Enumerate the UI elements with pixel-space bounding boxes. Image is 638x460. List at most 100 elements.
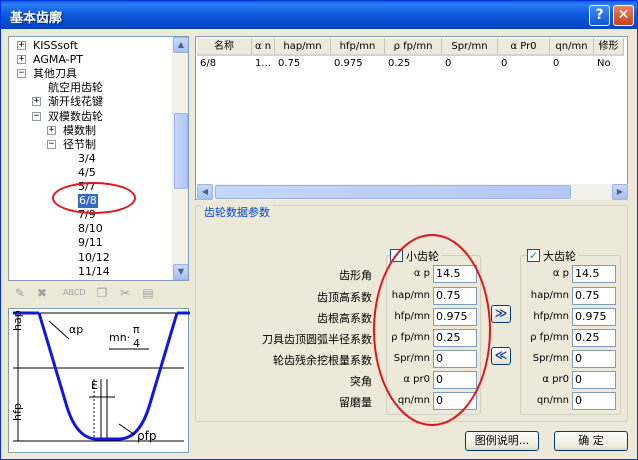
collapse-icon[interactable]: − bbox=[32, 111, 41, 121]
table-cell: 0.975 bbox=[334, 58, 363, 69]
table-cell: 0 bbox=[553, 58, 560, 69]
dialog-window: 基本齿廓 ? ✕ + KISSsoft + AGMA-PT − 其他刀具 航空用齿轮 + 渐开线… bbox=[0, 0, 638, 460]
pi-label: π bbox=[133, 323, 140, 336]
tree-item-label: 模数制 bbox=[63, 123, 96, 137]
collapse-icon[interactable]: − bbox=[47, 139, 56, 149]
abcd-icon[interactable]: ABCD bbox=[63, 286, 86, 300]
profile-tree[interactable]: + KISSsoft + AGMA-PT − 其他刀具 航空用齿轮 + 渐开线花键 − 双模数齿轮 +… bbox=[8, 36, 189, 281]
table-cell: 0 bbox=[501, 58, 508, 69]
copy-icon[interactable]: ❐ bbox=[94, 286, 110, 300]
copy-to-large-button[interactable]: ≫ bbox=[491, 305, 511, 323]
tree-item-label: 11/14 bbox=[78, 264, 110, 278]
rho-label: ρfp bbox=[137, 429, 157, 443]
copy-to-small-button[interactable]: ≪ bbox=[491, 347, 511, 365]
table-row[interactable]: 6/8 1... 0.75 0.975 0.25 0 0 0 No bbox=[197, 56, 617, 72]
four-label: 4 bbox=[133, 337, 140, 350]
large-gear-input[interactable]: 14.5 bbox=[572, 265, 616, 283]
large-gear-symbol: hap/mn bbox=[530, 290, 569, 301]
column-header[interactable]: α Pr0 bbox=[498, 38, 550, 56]
table-cell: 6/8 bbox=[200, 58, 217, 69]
table-cell: 0.75 bbox=[278, 58, 301, 69]
hscroll-thumb[interactable] bbox=[215, 185, 571, 199]
expand-icon[interactable]: + bbox=[32, 97, 41, 107]
large-gear-input[interactable]: 0 bbox=[572, 392, 616, 410]
expand-icon[interactable]: + bbox=[17, 55, 26, 65]
tree-item-label: 径节制 bbox=[63, 137, 96, 151]
help-button[interactable]: ? bbox=[589, 5, 610, 26]
scroll-left-button[interactable]: ◀ bbox=[197, 184, 213, 200]
column-header[interactable]: 名称 bbox=[197, 38, 252, 56]
annotation-ellipse-tree bbox=[52, 182, 136, 214]
large-gear-input[interactable]: 0.75 bbox=[572, 287, 616, 305]
tree-item-label: 3/4 bbox=[78, 151, 96, 165]
large-gear-input[interactable]: 0.25 bbox=[572, 329, 616, 347]
tree-item-label: 双模数齿轮 bbox=[48, 109, 103, 123]
param-label: 齿顶高系数 bbox=[317, 291, 372, 304]
e-label: E bbox=[91, 379, 98, 392]
column-header[interactable]: hfp/mn bbox=[331, 38, 385, 56]
scroll-up-button[interactable]: ▲ bbox=[173, 37, 188, 53]
paste-icon[interactable]: ▤ bbox=[140, 286, 156, 300]
gear-params-title: 齿轮数据参数 bbox=[201, 204, 273, 220]
tree-item-label: 9/11 bbox=[78, 236, 103, 250]
large-gear-symbol: Spr/mn bbox=[532, 353, 569, 364]
large-gear-checkbox[interactable]: ✓ bbox=[527, 249, 540, 262]
annotation-ellipse-params bbox=[373, 234, 491, 426]
param-label: 突角 bbox=[350, 375, 372, 388]
large-gear-symbol: α pr0 bbox=[542, 374, 569, 385]
tree-item-label: 渐开线花键 bbox=[48, 95, 103, 109]
table-cell: 0.25 bbox=[388, 58, 411, 69]
column-header[interactable]: qn/mn bbox=[550, 38, 594, 56]
table-cell: 0 bbox=[445, 58, 452, 69]
profile-table[interactable]: 名称 α n hap/mn hfp/mn ρ fp/mn Spr/mn α Pr0 qn/mn… bbox=[195, 36, 628, 200]
title-bar: 基本齿廓 ? ✕ bbox=[1, 1, 637, 29]
tree-item-label: 其他刀具 bbox=[33, 67, 77, 81]
tree-item-label: 10/12 bbox=[78, 250, 110, 264]
delete-icon[interactable]: ✖ bbox=[34, 286, 50, 300]
table-horizontal-scrollbar[interactable]: ◀ ▶ bbox=[197, 184, 628, 200]
hap-label: hap bbox=[11, 310, 24, 331]
scroll-thumb[interactable] bbox=[174, 113, 188, 189]
expand-icon[interactable]: + bbox=[17, 41, 26, 50]
param-label: 轮齿残余挖根量系数 bbox=[273, 354, 372, 367]
tree-vertical-scrollbar[interactable]: ▲ ▼ bbox=[172, 37, 188, 280]
table-cell: 1... bbox=[255, 58, 271, 69]
scroll-right-button[interactable]: ▶ bbox=[612, 184, 628, 200]
column-header[interactable]: Spr/mn bbox=[442, 38, 498, 56]
tree-item-label: AGMA-PT bbox=[33, 53, 83, 67]
cut-icon[interactable]: ✂ bbox=[117, 286, 133, 300]
scroll-down-button[interactable]: ▼ bbox=[173, 264, 188, 280]
column-header[interactable]: α n bbox=[252, 38, 275, 56]
tree-item-label: KISSsoft bbox=[33, 39, 78, 52]
basic-rack-diagram: hap hfp αp mn· π 4 E ρfp bbox=[8, 308, 190, 453]
edit-icon[interactable]: ✎ bbox=[12, 286, 28, 300]
ok-button[interactable]: 确 定 bbox=[554, 431, 628, 451]
large-gear-symbol: hfp/mn bbox=[533, 311, 569, 322]
large-gear-input[interactable]: 0 bbox=[572, 350, 616, 368]
column-header[interactable]: hap/mn bbox=[275, 38, 331, 56]
legend-button[interactable]: 图例说明... bbox=[465, 431, 539, 451]
collapse-icon[interactable]: − bbox=[17, 69, 26, 79]
param-label: 刀具齿顶圆弧半径系数 bbox=[262, 333, 372, 346]
mn-label: mn· bbox=[109, 331, 131, 344]
param-label: 齿根高系数 bbox=[317, 312, 372, 325]
large-gear-input[interactable]: 0.975 bbox=[572, 308, 616, 326]
param-label: 留磨量 bbox=[339, 396, 372, 409]
large-gear-title: 大齿轮 bbox=[541, 248, 578, 264]
tree-item-label: 航空用齿轮 bbox=[48, 81, 103, 95]
large-gear-input[interactable]: 0 bbox=[572, 371, 616, 389]
param-label: 齿形角 bbox=[339, 269, 372, 282]
tree-item-label: 4/5 bbox=[78, 165, 96, 179]
window-title: 基本齿廓 bbox=[10, 11, 63, 26]
large-gear-symbol: ρ fp/mn bbox=[530, 332, 569, 343]
alpha-label: αp bbox=[69, 323, 84, 336]
hfp-label: hfp bbox=[11, 403, 24, 421]
tree-item-label: 8/10 bbox=[78, 222, 103, 236]
large-gear-symbol: α p bbox=[552, 268, 569, 279]
close-button[interactable]: ✕ bbox=[613, 5, 634, 26]
expand-icon[interactable]: + bbox=[47, 125, 56, 135]
column-header[interactable]: 修形 bbox=[594, 38, 624, 56]
table-cell: No bbox=[597, 58, 611, 69]
large-gear-symbol: qn/mn bbox=[536, 395, 569, 406]
column-header[interactable]: ρ fp/mn bbox=[385, 38, 442, 56]
